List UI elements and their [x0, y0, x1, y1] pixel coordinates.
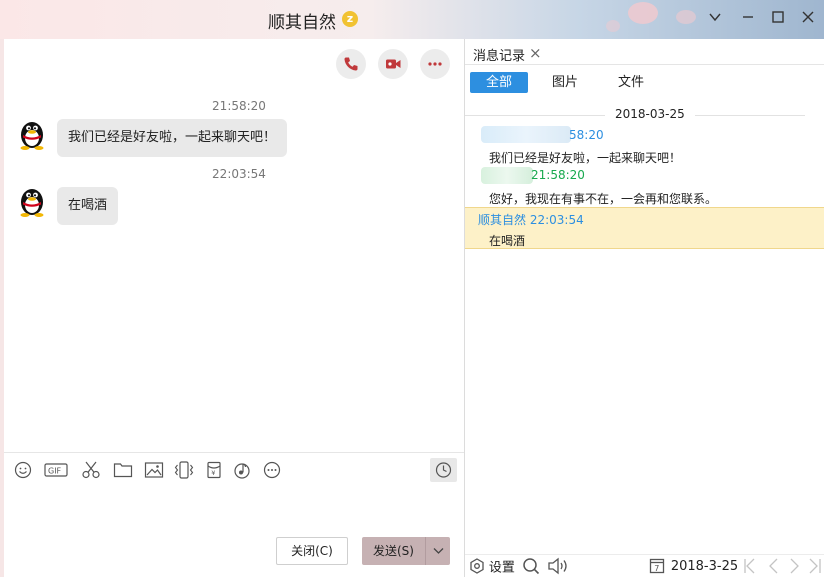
- history-highlight-row[interactable]: 顺其自然 22:03:54 在喝酒: [465, 207, 824, 249]
- shake-icon: [174, 461, 194, 479]
- blurred-sender: [481, 167, 533, 184]
- input-divider: [4, 452, 464, 453]
- history-message[interactable]: 您好，我现在有事不在，一会再和您联系。: [489, 190, 717, 207]
- shake-button[interactable]: [174, 461, 194, 479]
- more-tools-button[interactable]: [263, 461, 281, 479]
- emoji-button[interactable]: [14, 461, 32, 479]
- history-footer-divider: [465, 554, 824, 555]
- gear-icon: [470, 558, 484, 574]
- phone-call-button[interactable]: [336, 49, 366, 79]
- search-icon: [523, 558, 540, 575]
- search-history-button[interactable]: [521, 556, 541, 576]
- settings-label: 设置: [488, 560, 515, 576]
- blurred-sender: [481, 126, 571, 143]
- message-timestamp: 22:03:54: [212, 167, 266, 181]
- maximize-icon[interactable]: [767, 8, 789, 30]
- image-icon: [144, 462, 164, 478]
- history-message[interactable]: 我们已经是好友啦，一起来聊天吧！: [489, 149, 681, 166]
- svg-text:¥: ¥: [211, 469, 215, 477]
- history-message: 在喝酒: [489, 234, 526, 248]
- message-bubble[interactable]: 我们已经是好友啦，一起来聊天吧！: [57, 119, 288, 157]
- music-button[interactable]: [233, 461, 251, 479]
- next-page-button[interactable]: [788, 556, 802, 576]
- red-packet-icon: ¥: [207, 461, 221, 479]
- filter-all[interactable]: 全部: [470, 72, 528, 93]
- speaker-icon: [548, 557, 567, 575]
- send-image-button[interactable]: [144, 461, 164, 479]
- history-sender: 顺其自然 22:03:54: [478, 213, 584, 227]
- last-page-icon: [809, 558, 821, 574]
- music-icon: [234, 463, 250, 479]
- filter-images[interactable]: 图片: [536, 72, 594, 93]
- chevron-left-icon: [769, 558, 778, 574]
- send-options-button[interactable]: [425, 537, 450, 565]
- close-button[interactable]: 关闭(C): [276, 537, 348, 565]
- chevron-right-icon: [790, 558, 799, 574]
- first-page-button[interactable]: [742, 556, 758, 576]
- scissors-icon: [82, 461, 100, 479]
- status-badge: z: [342, 11, 358, 27]
- chat-panel: 21:58:20 我们已经是好友啦，一起来聊天吧！ 22:03:54 在喝酒: [4, 39, 464, 577]
- minimize-icon[interactable]: [737, 8, 759, 30]
- send-button[interactable]: 发送(S): [362, 537, 425, 565]
- first-page-icon: [744, 558, 755, 574]
- video-icon: [386, 59, 401, 69]
- message-timestamp: 21:58:20: [212, 99, 266, 113]
- blossom-decoration: [628, 2, 658, 24]
- close-icon[interactable]: [797, 8, 819, 30]
- message-bubble[interactable]: 在喝酒: [57, 187, 119, 225]
- calendar-icon: 7: [649, 558, 665, 574]
- phone-icon: [344, 57, 358, 71]
- volume-button[interactable]: [547, 556, 571, 576]
- folder-icon: [113, 463, 133, 478]
- history-panel: 消息记录 × 全部 图片 文件 2018-03-25 58:20 我们已经是好友…: [465, 39, 824, 577]
- last-page-button[interactable]: [807, 556, 823, 576]
- history-date: 2018-03-25: [615, 107, 685, 121]
- tab-history[interactable]: 消息记录: [473, 45, 525, 64]
- history-sender: 21:58:20: [531, 168, 585, 182]
- more-icon: [263, 461, 281, 479]
- emoji-icon: [14, 461, 32, 479]
- message-history-button[interactable]: [430, 458, 457, 482]
- gif-icon: GIF: [44, 463, 68, 477]
- history-clock-icon: [435, 462, 452, 478]
- more-icon: [428, 62, 442, 66]
- avatar[interactable]: [18, 118, 46, 150]
- history-sender: 58:20: [569, 128, 604, 142]
- chevron-down-icon[interactable]: [704, 8, 726, 30]
- footer-date: 2018-3-25: [670, 558, 739, 574]
- calendar-button[interactable]: 7 2018-3-25: [649, 556, 738, 576]
- send-file-button[interactable]: [113, 461, 133, 479]
- penguin-avatar-icon: [20, 189, 44, 217]
- filter-files[interactable]: 文件: [602, 72, 660, 93]
- red-packet-button[interactable]: ¥: [205, 461, 223, 479]
- previous-page-button[interactable]: [766, 556, 780, 576]
- blossom-decoration: [606, 20, 620, 32]
- date-separator: 2018-03-25: [465, 107, 824, 123]
- calendar-day: 7: [654, 564, 659, 573]
- blossom-decoration: [676, 10, 696, 24]
- avatar[interactable]: [18, 185, 46, 217]
- chat-window: 顺其自然 z 21:58:20 我们已经是好友啦，一起来聊天吧！ 22:03:5…: [0, 0, 824, 577]
- video-call-button[interactable]: [378, 49, 408, 79]
- tab-underline: [465, 64, 824, 65]
- penguin-avatar-icon: [20, 122, 44, 150]
- screenshot-button[interactable]: [81, 461, 101, 479]
- svg-text:GIF: GIF: [48, 467, 62, 476]
- chevron-down-icon: [433, 548, 444, 554]
- more-options-button[interactable]: [420, 49, 450, 79]
- window-title: 顺其自然: [268, 13, 336, 33]
- settings-button[interactable]: 设置: [469, 556, 515, 576]
- close-tab-icon[interactable]: ×: [529, 44, 542, 62]
- gif-button[interactable]: GIF: [44, 461, 68, 479]
- title-bar[interactable]: 顺其自然 z: [0, 0, 824, 39]
